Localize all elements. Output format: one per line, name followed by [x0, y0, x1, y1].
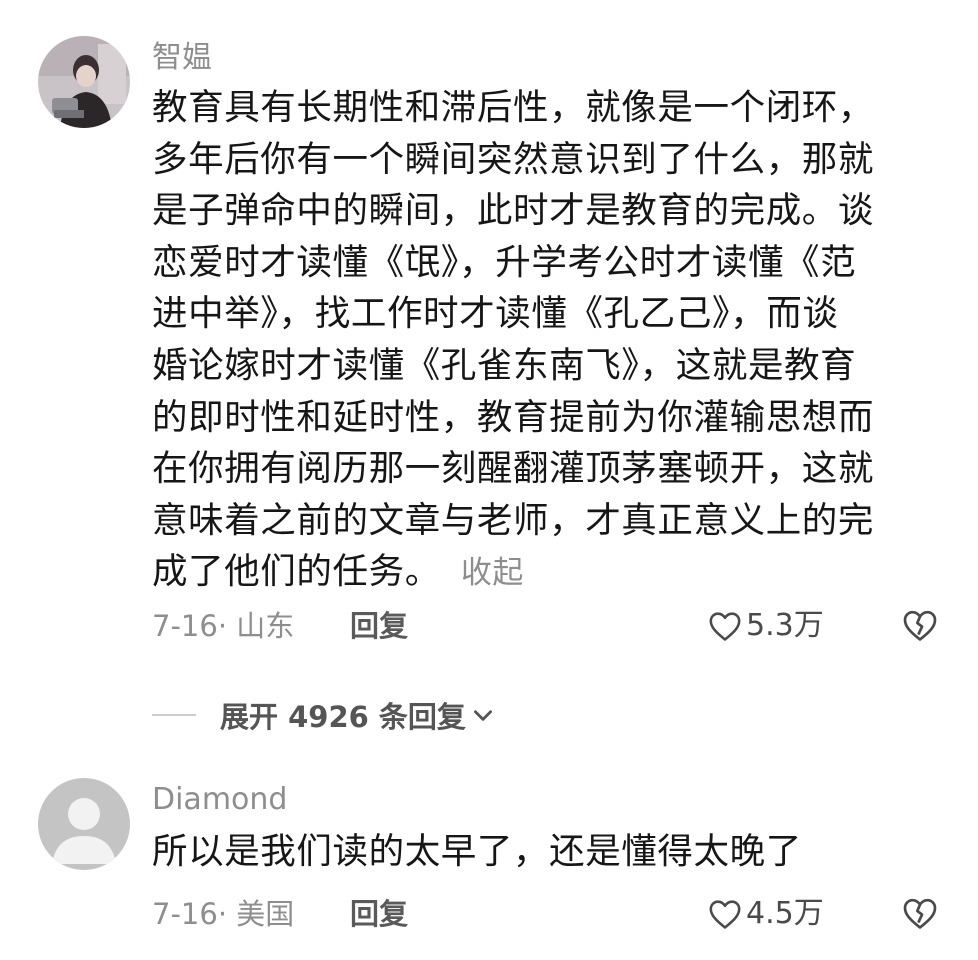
collapse-button[interactable]: 收起 [461, 555, 524, 591]
comment-body-line: 在你拥有阅历那一刻醒翻灌顶茅塞顿开，这就 [152, 448, 875, 490]
comment-date-location: 7-16· 美国 [152, 897, 295, 931]
reply-button[interactable]: 回复 [350, 894, 408, 934]
avatar[interactable] [38, 778, 130, 870]
comment-body-line: 教育具有长期性和滞后性，就像是一个闭环， [152, 87, 875, 128]
avatar[interactable] [38, 36, 130, 128]
comment-item: 智媪 教育具有长期性和滞后性，就像是一个闭环， 多年后你有一个瞬间突然意识到了什… [0, 0, 978, 680]
comment-body: 所以是我们读的太早了，还是懂得太晚了 [152, 826, 912, 878]
heart-outline-icon [709, 612, 741, 641]
comment-body-line: 是子弹命中的瞬间，此时才是教育的完成。谈 [152, 190, 875, 232]
expand-replies-row[interactable]: 展开 4926 条回复 [152, 690, 496, 740]
comment-body-line: 婚论嫁时才读懂《孔雀东南飞》，这就是教育 [152, 344, 857, 386]
comment-username[interactable]: 智媪 [152, 40, 212, 76]
like-button[interactable]: 4.5万 [708, 894, 824, 934]
comment-body-line: 恋爱时才读懂《氓》，升学考公时才读懂《范 [152, 241, 857, 283]
comment-body-line: 进中举》，找工作时才读懂《孔乙己》，而谈 [152, 293, 839, 335]
comment-body-last-line: 成了他们的任务。 收起 [152, 546, 912, 600]
avatar-image [38, 36, 130, 128]
broken-heart-icon[interactable] [902, 896, 938, 932]
comment-meta: 7-16· 美国 回复 4.5万 [152, 894, 978, 934]
expand-replies-button[interactable]: 展开 4926 条回复 [220, 694, 466, 736]
comment-item: Diamond 所以是我们读的太早了，还是懂得太晚了 7-16· 美国 回复 4… [0, 760, 978, 960]
like-count: 4.5万 [746, 896, 824, 931]
reply-button[interactable]: 回复 [350, 606, 408, 646]
comment-body-line: 意味着之前的文章与老师，才真正意义上的完 [152, 499, 875, 541]
comment-date-location: 7-16· 山东 [152, 609, 295, 643]
heart-outline-icon [709, 900, 741, 929]
like-count: 5.3万 [746, 608, 824, 643]
comment-body-line: 的即时性和延时性，教育提前为你灌输思想而 [152, 396, 875, 438]
comment-body-line: 多年后你有一个瞬间突然意识到了什么，那就 [152, 138, 875, 180]
broken-heart-icon[interactable] [902, 608, 938, 644]
chevron-down-icon [473, 710, 492, 721]
comment-meta: 7-16· 山东 回复 5.3万 [152, 606, 978, 646]
like-button[interactable]: 5.3万 [708, 606, 824, 646]
comment-body-line: 所以是我们读的太早了，还是懂得太晚了 [152, 831, 802, 872]
comment-body: 教育具有长期性和滞后性，就像是一个闭环， 多年后你有一个瞬间突然意识到了什么，那… [152, 82, 912, 600]
comment-body-line: 成了他们的任务。 [152, 551, 441, 593]
default-avatar-icon [38, 778, 130, 870]
divider-line [152, 714, 196, 716]
comment-username[interactable]: Diamond [152, 782, 287, 818]
